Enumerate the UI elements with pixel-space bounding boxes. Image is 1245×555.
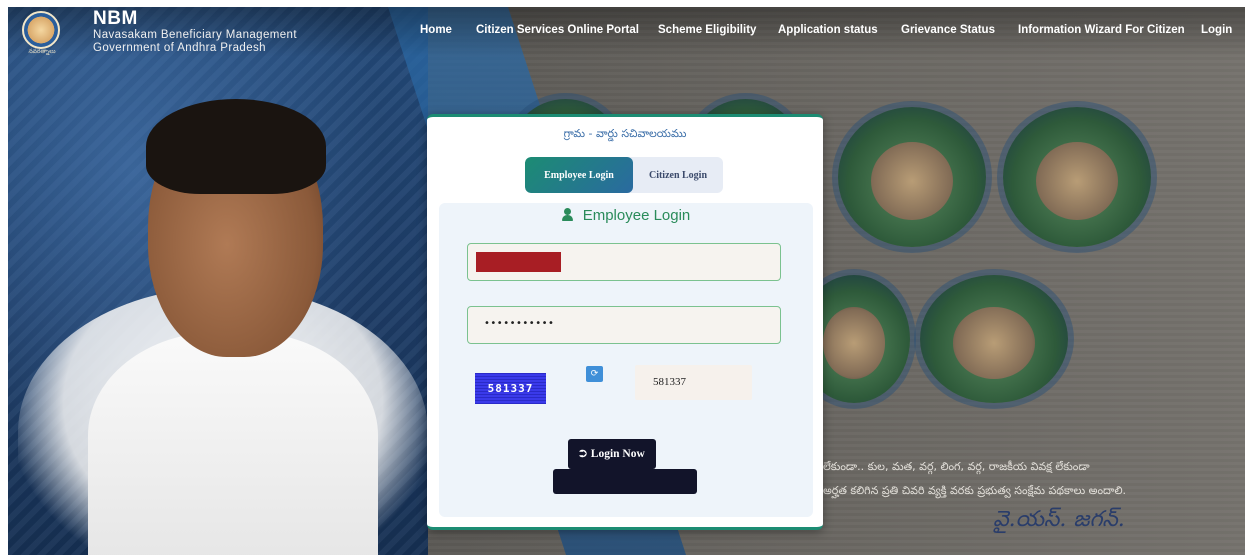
- telugu-quote-line1: లేకుండా.. కుల, మత, వర్గ, లింగ, వర్గ, రాజ…: [823, 460, 1090, 473]
- nav-application-status[interactable]: Application status: [778, 24, 901, 36]
- brand-government: Government of Andhra Pradesh: [93, 42, 266, 54]
- brand-subtitle: Navasakam Beneficiary Management: [93, 29, 297, 41]
- login-card: గ్రామ - వార్డు సచివాలయము Employee Login …: [427, 114, 823, 530]
- user-icon: [561, 208, 573, 221]
- scheme-emblem-cheyutha: [838, 107, 986, 247]
- brand-title: NBM: [93, 8, 138, 29]
- cm-signature: వై.యస్. జగన్.: [993, 507, 1125, 532]
- nav-information-wizard[interactable]: Information Wizard For Citizen: [1018, 24, 1201, 36]
- cm-portrait: [18, 87, 428, 555]
- nav-citizen-services[interactable]: Citizen Services Online Portal: [476, 24, 658, 36]
- panel-title: Employee Login: [439, 207, 813, 224]
- login-now-label: Login Now: [590, 448, 645, 460]
- nav-login[interactable]: Login: [1201, 24, 1241, 36]
- scheme-emblem-art: [1035, 142, 1119, 221]
- panel-title-text: Employee Login: [582, 207, 691, 224]
- username-input[interactable]: [467, 243, 781, 281]
- nav-home[interactable]: Home: [420, 24, 476, 36]
- logo-caption: నవరత్నాలు: [28, 49, 56, 55]
- top-navbar: నవరత్నాలు NBM Navasakam Beneficiary Mana…: [8, 7, 1245, 57]
- login-tabs: Employee Login Citizen Login: [525, 157, 723, 193]
- page-background: లేకుండా.. కుల, మత, వర్గ, లింగ, వర్గ, రాజ…: [8, 7, 1245, 555]
- captcha-input[interactable]: 581337: [635, 365, 752, 400]
- captcha-image: 581337: [475, 373, 546, 404]
- scheme-emblem-kalyanamasthu: [1003, 107, 1151, 247]
- login-now-button[interactable]: ⮊ Login Now: [568, 439, 656, 469]
- tab-citizen-login[interactable]: Citizen Login: [633, 157, 723, 193]
- navaratnalu-logo-icon[interactable]: [22, 11, 60, 49]
- scheme-emblem-matsyakara: [920, 275, 1068, 403]
- scheme-emblem-art: [952, 307, 1036, 379]
- scheme-emblem-art: [822, 307, 886, 379]
- redacted-username: [476, 252, 561, 272]
- tab-employee-login[interactable]: Employee Login: [525, 157, 633, 193]
- card-header: గ్రామ - వార్డు సచివాలయము: [563, 127, 687, 140]
- refresh-captcha-icon[interactable]: ⟳: [586, 366, 603, 382]
- nav-grievance-status[interactable]: Grievance Status: [901, 24, 1018, 36]
- portrait-shirt: [88, 332, 378, 555]
- nav-links: Home Citizen Services Online Portal Sche…: [420, 24, 1241, 36]
- nav-scheme-eligibility[interactable]: Scheme Eligibility: [658, 24, 778, 36]
- portrait-hair: [146, 99, 326, 194]
- captcha-value: 581337: [653, 376, 686, 388]
- scheme-emblem-art: [870, 142, 954, 221]
- password-input[interactable]: •••••••••••: [467, 306, 781, 344]
- telugu-quote-line2: అర్హత కలిగిన ప్రతి చివరి వ్యక్తి వరకు ప్…: [823, 484, 1127, 497]
- employee-login-panel: Employee Login ••••••••••• 581337 ⟳ 5813…: [439, 203, 813, 517]
- secondary-button[interactable]: [553, 469, 697, 494]
- sign-in-icon: ⮊: [579, 448, 587, 460]
- password-mask: •••••••••••: [484, 318, 555, 329]
